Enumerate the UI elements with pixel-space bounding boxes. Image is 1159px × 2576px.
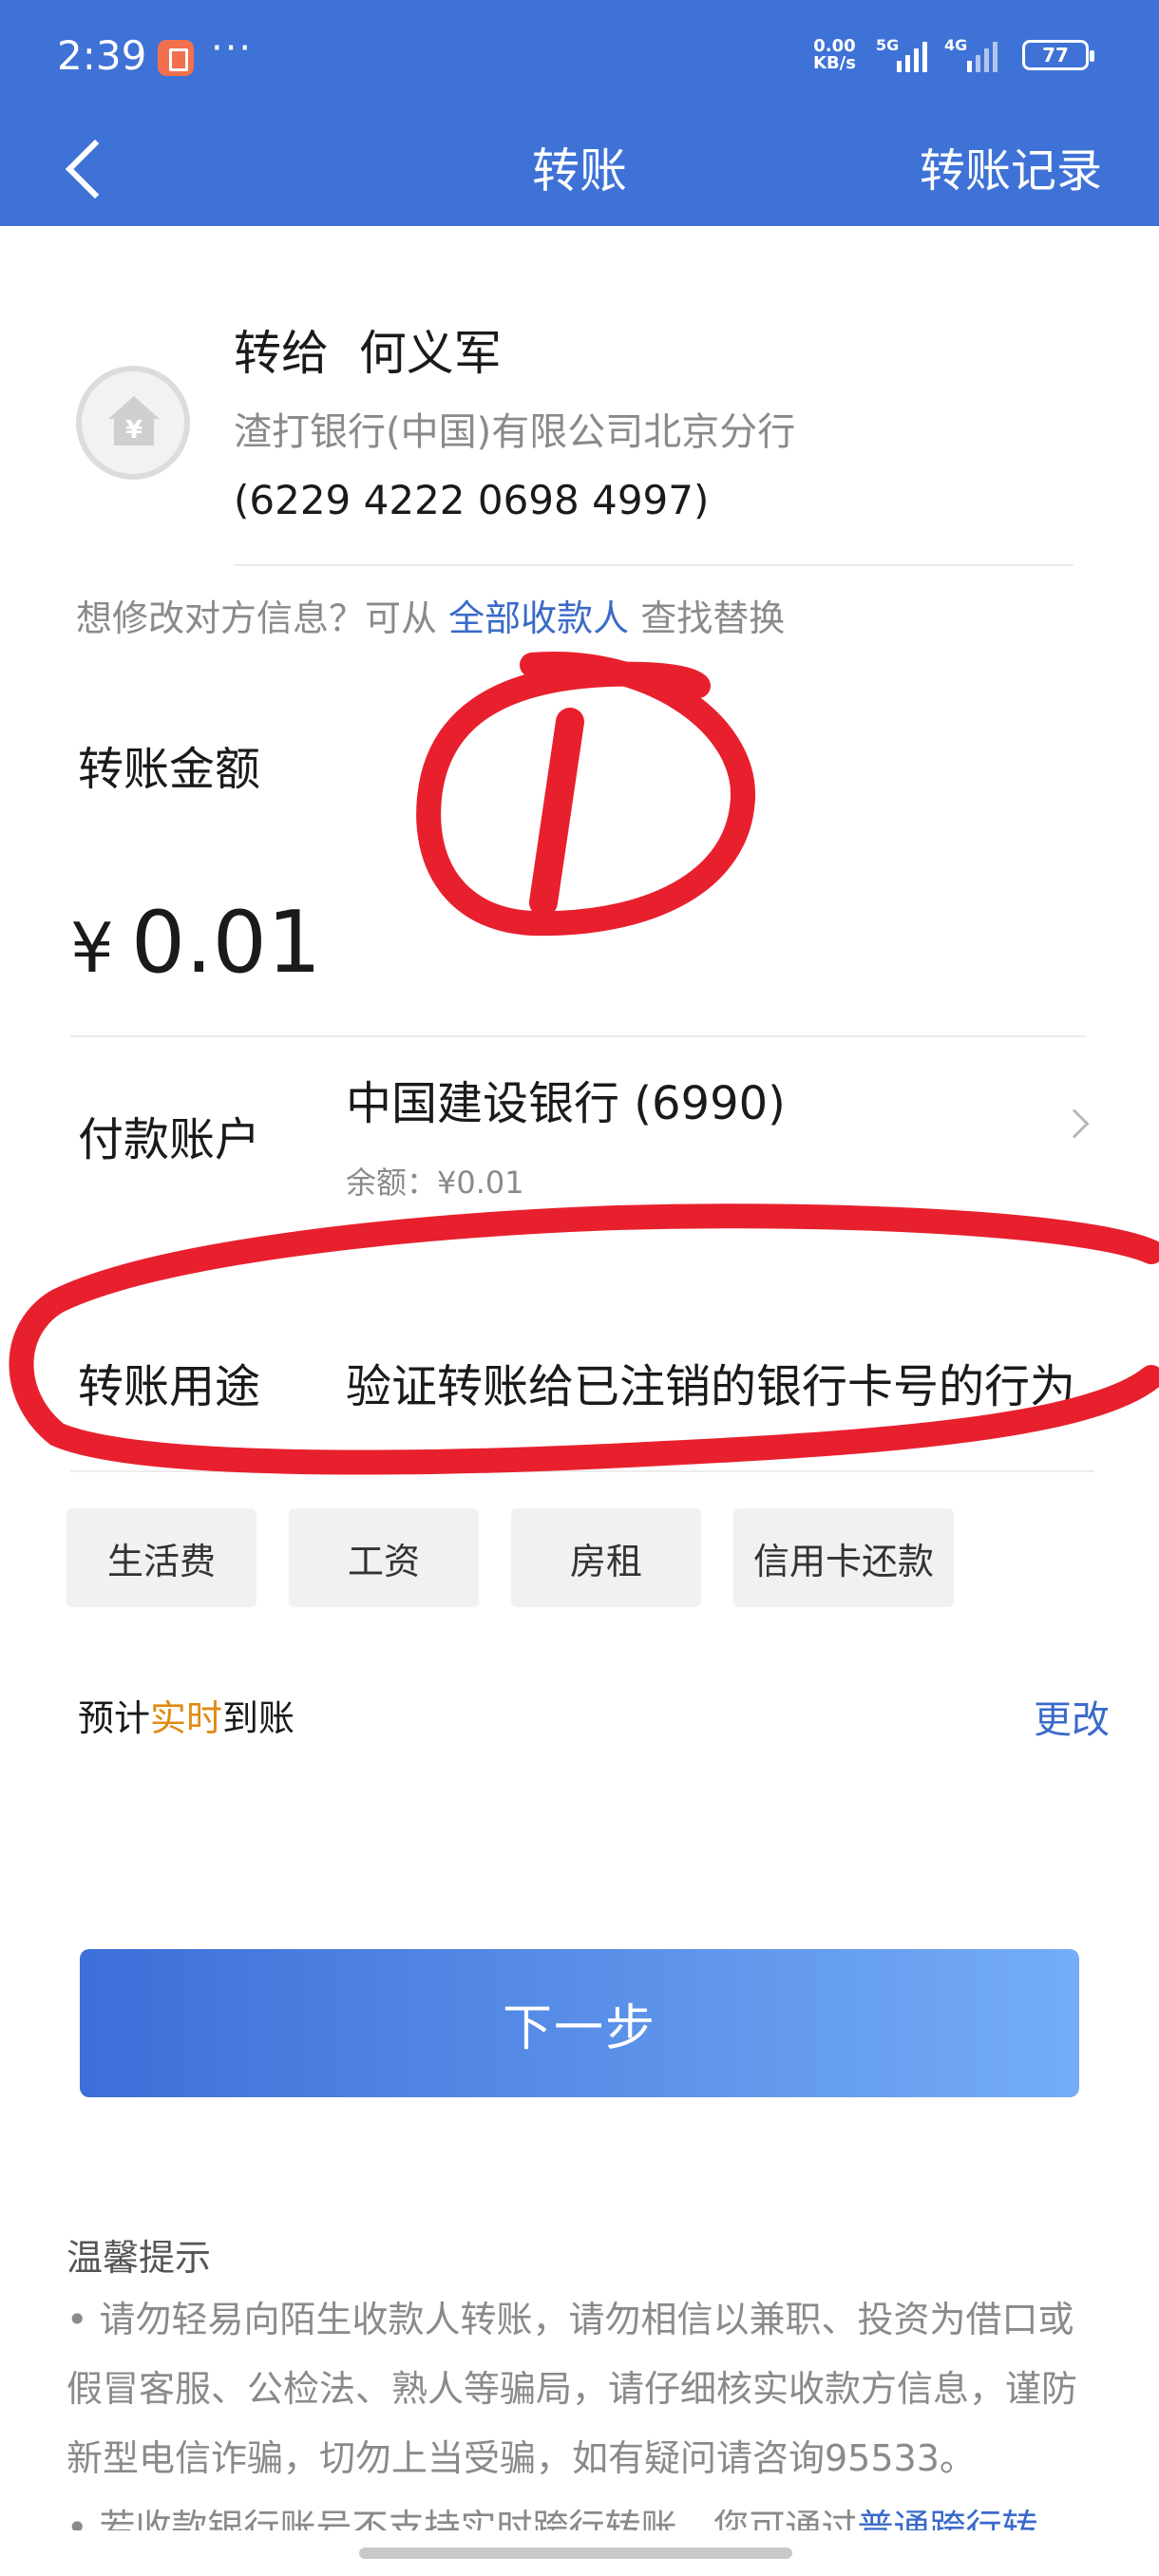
payer-account-label: 付款账户: [78, 1113, 261, 1166]
purpose-chip-credit-card[interactable]: 信用卡还款: [733, 1508, 954, 1607]
tip-text: 若收款银行账号不支持实时跨行转账，您可通过: [99, 2507, 858, 2530]
battery-level: 77: [1042, 44, 1069, 66]
payer-bank: 中国建设银行 (6990): [346, 1077, 786, 1130]
amount-value: 0.01: [130, 893, 322, 993]
transfer-records-button[interactable]: 转账记录: [920, 133, 1102, 199]
recipient-name: 转给 何义军: [234, 326, 502, 381]
annotation-slash: [529, 708, 584, 917]
tips-scroll-area: • 请勿轻易向陌生收款人转账，请勿相信以兼职、投资为借口或假冒客服、公检法、熟人…: [0, 2285, 1159, 2530]
signal-5g-icon: [897, 40, 927, 72]
tips-title: 温馨提示: [66, 2237, 212, 2279]
svg-text:¥: ¥: [125, 416, 142, 445]
bullet-icon: •: [66, 2299, 100, 2340]
purpose-label: 转账用途: [78, 1360, 261, 1413]
divider: [234, 564, 1074, 566]
arrival-estimate: 预计实时到账: [78, 1689, 294, 1741]
home-indicator[interactable]: [359, 2548, 792, 2559]
chevron-right-icon: [1059, 1108, 1090, 1139]
next-step-button[interactable]: 下一步: [80, 1949, 1079, 2097]
change-arrival-button[interactable]: 更改: [1034, 1689, 1110, 1744]
purpose-chip-rent[interactable]: 房租: [511, 1508, 701, 1607]
tip-text: 请勿轻易向陌生收款人转账，请勿相信以兼职、投资为借口或假冒客服、公检法、熟人等骗…: [66, 2299, 1078, 2479]
tip-item: • 请勿轻易向陌生收款人转账，请勿相信以兼职、投资为借口或假冒客服、公检法、熟人…: [66, 2285, 1102, 2493]
eta-suffix: 到账: [222, 1697, 295, 1739]
recipient-bank: 渣打银行(中国)有限公司北京分行: [234, 410, 796, 454]
net-speed-unit: KB/s: [813, 53, 856, 73]
payer-balance: 余额：¥0.01: [346, 1165, 524, 1201]
amount-input[interactable]: ¥0.01: [70, 893, 321, 993]
annotation-circle-amount: [416, 652, 756, 937]
all-payees-link[interactable]: 全部收款人: [448, 597, 629, 639]
divider: [70, 1035, 1087, 1037]
purpose-input[interactable]: 验证转账给已注销的银行卡号的行为: [346, 1349, 1075, 1415]
purpose-chip-living[interactable]: 生活费: [66, 1508, 256, 1607]
eta-highlight: 实时: [150, 1697, 223, 1739]
app-header: 2:39 ··· 0.00 KB/s 5G 4G 77 转账 转账记录: [0, 0, 1159, 226]
eta-prefix: 预计: [78, 1697, 151, 1739]
signal-4g-label: 4G: [944, 36, 968, 54]
recipient-card-number: (6229 4222 0698 4997): [234, 477, 710, 523]
tip-item: • 若收款银行账号不支持实时跨行转账，您可通过普通跨行转: [66, 2493, 1102, 2530]
modify-recipient-hint: 想修改对方信息？可从 全部收款人 查找替换: [76, 589, 785, 641]
currency-symbol: ¥: [70, 908, 114, 988]
bank-logo-icon: ¥: [76, 366, 190, 480]
tips-list: • 请勿轻易向陌生收款人转账，请勿相信以兼职、投资为借口或假冒客服、公检法、熟人…: [66, 2285, 1102, 2530]
status-bar: 2:39 ··· 0.00 KB/s 5G 4G 77: [0, 0, 1159, 112]
purpose-chip-salary[interactable]: 工资: [289, 1508, 479, 1607]
annotation-ellipse-purpose: [9, 1203, 1159, 1475]
signal-5g-label: 5G: [876, 36, 900, 54]
net-speed: 0.00 KB/s: [813, 38, 856, 72]
normal-interbank-link[interactable]: 普通跨行转: [858, 2507, 1038, 2530]
hint-prefix: 想修改对方信息？可从: [76, 597, 449, 639]
hint-suffix: 查找替换: [629, 597, 786, 639]
more-notifications-icon: ···: [211, 27, 254, 70]
divider: [70, 1470, 1094, 1472]
signal-4g-icon: [967, 40, 998, 72]
notification-app-icon: [158, 40, 194, 76]
status-time: 2:39: [57, 32, 147, 79]
battery-icon: 77: [1022, 40, 1094, 70]
bullet-icon: •: [66, 2507, 100, 2530]
amount-label: 转账金额: [78, 743, 261, 796]
